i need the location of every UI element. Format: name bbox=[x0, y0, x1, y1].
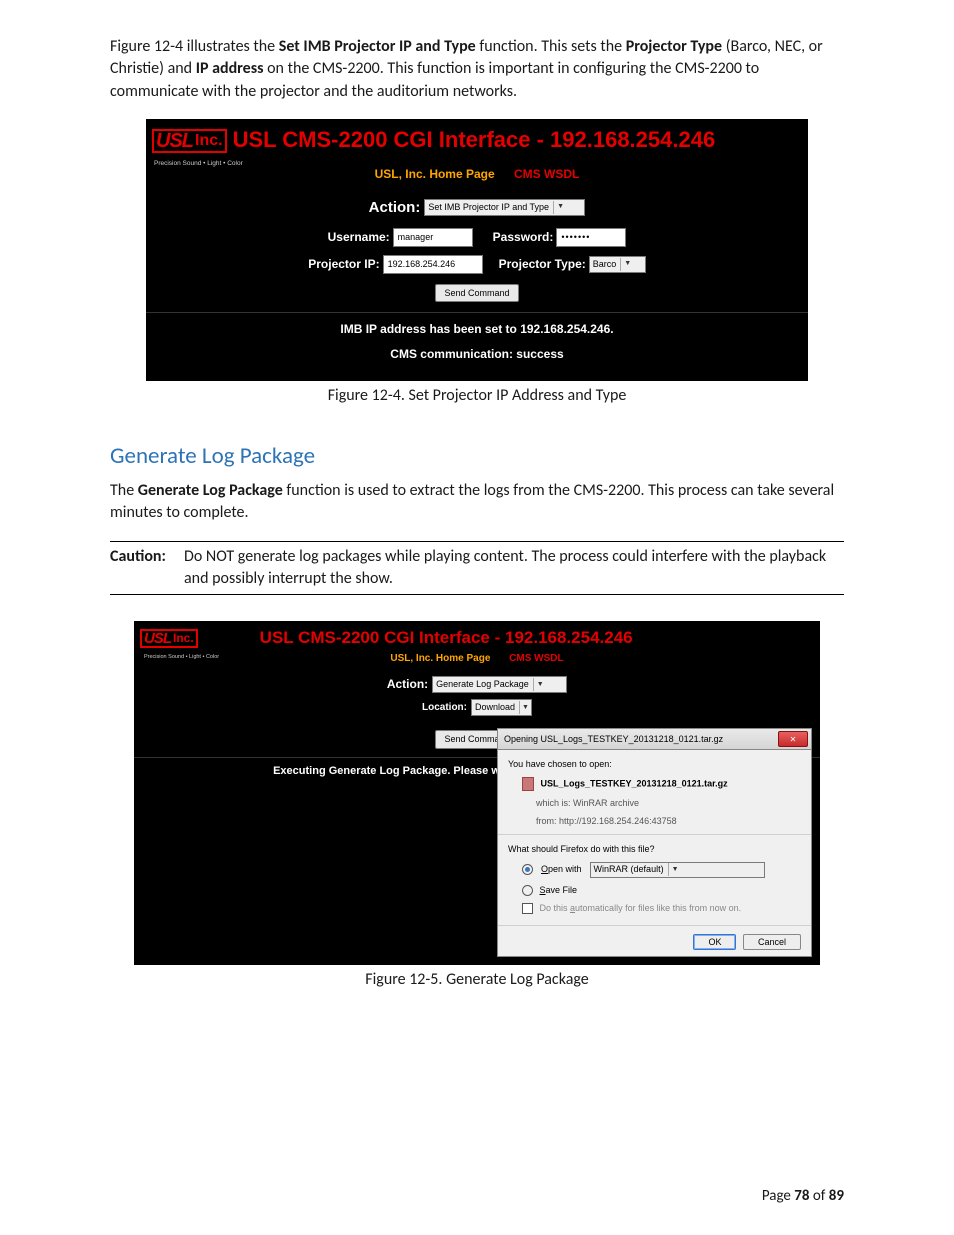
dropdown-arrow-icon: ▼ bbox=[668, 863, 682, 876]
generate-log-package-heading: Generate Log Package bbox=[110, 440, 844, 472]
action-select[interactable]: Generate Log Package ▼ bbox=[432, 676, 567, 693]
action-label: Action: bbox=[387, 676, 428, 693]
password-input[interactable]: ••••••• bbox=[556, 228, 626, 247]
caution-label: Caution: bbox=[110, 546, 184, 591]
location-select[interactable]: Download ▼ bbox=[471, 699, 532, 716]
password-label: Password: bbox=[493, 229, 554, 246]
save-file-radio[interactable] bbox=[522, 885, 533, 896]
logo-tagline: Precision Sound • Light • Color bbox=[144, 654, 219, 662]
open-with-label[interactable]: Open with bbox=[541, 863, 582, 876]
cms-wsdl-link[interactable]: CMS WSDL bbox=[514, 167, 579, 181]
dialog-what-should: What should Firefox do with this file? bbox=[508, 843, 801, 856]
save-file-label[interactable]: Save File bbox=[540, 885, 578, 895]
dropdown-arrow-icon: ▼ bbox=[533, 678, 547, 691]
caution-text: Do NOT generate log packages while playi… bbox=[184, 546, 844, 591]
cgi-interface-title: USL CMS-2200 CGI Interface - 192.168.254… bbox=[260, 626, 633, 650]
cms-wsdl-link[interactable]: CMS WSDL bbox=[509, 653, 563, 664]
figure-12-5-caption: Figure 12-5. Generate Log Package bbox=[110, 969, 844, 991]
dialog-titlebar[interactable]: Opening USL_Logs_TESTKEY_20131218_0121.t… bbox=[497, 728, 812, 750]
usl-logo: USL Inc. bbox=[140, 629, 198, 648]
action-select[interactable]: Set IMB Projector IP and Type ▼ bbox=[424, 199, 585, 216]
dialog-which-is: which is: WinRAR archive bbox=[508, 797, 801, 810]
do-automatically-checkbox[interactable] bbox=[522, 903, 533, 914]
action-label: Action: bbox=[369, 197, 421, 218]
page-footer: Page 78 of 89 bbox=[762, 1186, 844, 1207]
dropdown-arrow-icon: ▼ bbox=[620, 258, 634, 271]
generate-log-paragraph: The Generate Log Package function is use… bbox=[110, 480, 844, 525]
dialog-close-button[interactable]: ✕ bbox=[778, 731, 808, 747]
home-page-link[interactable]: USL, Inc. Home Page bbox=[375, 167, 495, 181]
username-input[interactable]: manager bbox=[393, 228, 473, 247]
username-label: Username: bbox=[328, 229, 390, 246]
dialog-from: from: http://192.168.254.246:43758 bbox=[508, 815, 801, 828]
screenshot-set-projector: USL Inc. USL CMS-2200 CGI Interface - 19… bbox=[146, 119, 808, 381]
location-label: Location: bbox=[422, 701, 467, 715]
archive-file-icon bbox=[522, 777, 534, 791]
projector-type-select[interactable]: Barco ▼ bbox=[589, 256, 646, 273]
intro-paragraph: Figure 12-4 illustrates the Set IMB Proj… bbox=[110, 36, 844, 103]
open-with-select[interactable]: WinRAR (default) ▼ bbox=[590, 862, 765, 878]
logo-tagline: Precision Sound • Light • Color bbox=[154, 159, 243, 168]
projector-ip-input[interactable]: 192.168.254.246 bbox=[383, 255, 483, 274]
dialog-chosen-text: You have chosen to open: bbox=[508, 758, 801, 771]
projector-type-label: Projector Type: bbox=[499, 256, 586, 273]
dropdown-arrow-icon: ▼ bbox=[553, 201, 567, 214]
dialog-filename: USL_Logs_TESTKEY_20131218_0121.tar.gz bbox=[541, 778, 728, 788]
dialog-cancel-button[interactable]: Cancel bbox=[743, 934, 801, 950]
send-command-button[interactable]: Send Command bbox=[435, 284, 518, 303]
status-ip-set: IMB IP address has been set to 192.168.2… bbox=[146, 321, 808, 338]
do-automatically-label: Do this automatically for files like thi… bbox=[540, 903, 742, 913]
status-cms-success: CMS communication: success bbox=[146, 346, 808, 363]
caution-box: Caution: Do NOT generate log packages wh… bbox=[110, 541, 844, 596]
home-page-link[interactable]: USL, Inc. Home Page bbox=[390, 653, 490, 664]
screenshot-generate-log: USL Inc. USL CMS-2200 CGI Interface - 19… bbox=[134, 621, 820, 965]
dropdown-arrow-icon: ▼ bbox=[519, 701, 531, 714]
figure-12-4-caption: Figure 12-4. Set Projector IP Address an… bbox=[110, 385, 844, 407]
dialog-ok-button[interactable]: OK bbox=[693, 934, 736, 950]
download-dialog: Opening USL_Logs_TESTKEY_20131218_0121.t… bbox=[497, 728, 812, 957]
projector-ip-label: Projector IP: bbox=[308, 256, 379, 273]
open-with-radio[interactable] bbox=[522, 864, 533, 875]
usl-logo: USL Inc. bbox=[152, 129, 227, 153]
cgi-interface-title: USL CMS-2200 CGI Interface - 192.168.254… bbox=[233, 125, 716, 156]
